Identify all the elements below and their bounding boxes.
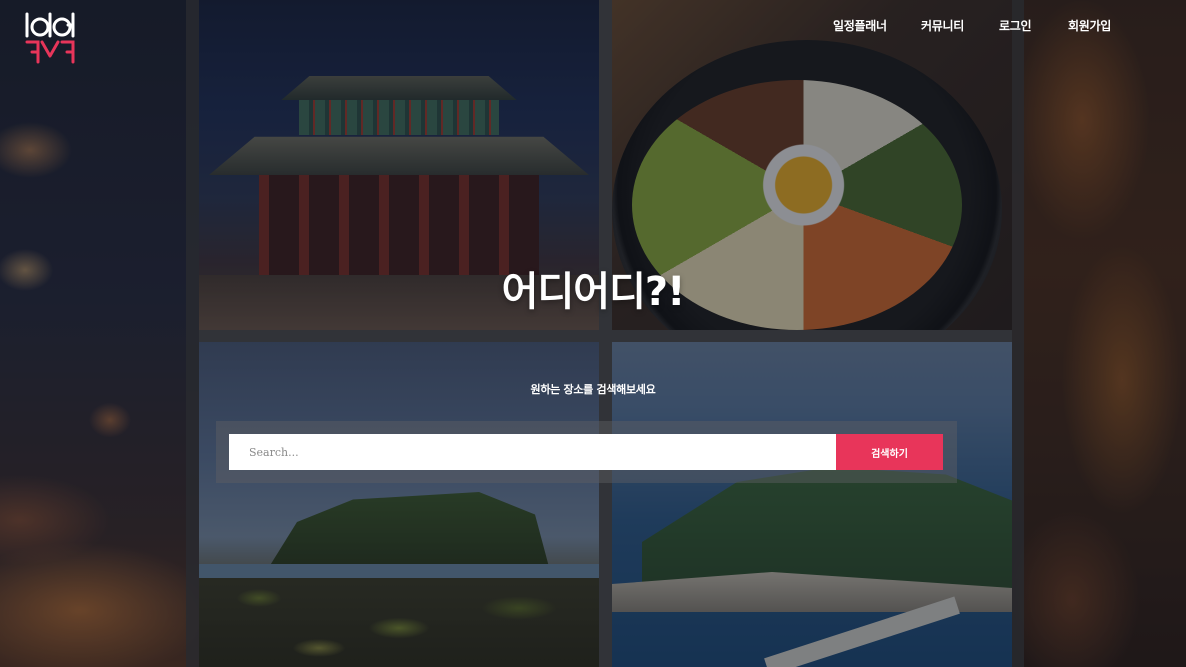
nav-item-login[interactable]: 로그인 — [999, 17, 1032, 34]
search-input[interactable] — [229, 434, 836, 470]
top-nav: 일정플래너 커뮤니티 로그인 회원가입 — [0, 17, 1186, 35]
nav-item-schedule-planner[interactable]: 일정플래너 — [833, 17, 887, 34]
hero-subtitle: 원하는 장소를 검색해보세요 — [530, 383, 656, 396]
search-bar: 검색하기 — [216, 421, 957, 483]
hero-title: 어디어디?! — [501, 269, 686, 315]
background-collage — [0, 0, 1186, 667]
search-button[interactable]: 검색하기 — [836, 434, 943, 470]
nav-item-signup[interactable]: 회원가입 — [1068, 17, 1111, 34]
nav-item-community[interactable]: 커뮤니티 — [921, 17, 964, 34]
dark-overlay — [0, 0, 1186, 667]
